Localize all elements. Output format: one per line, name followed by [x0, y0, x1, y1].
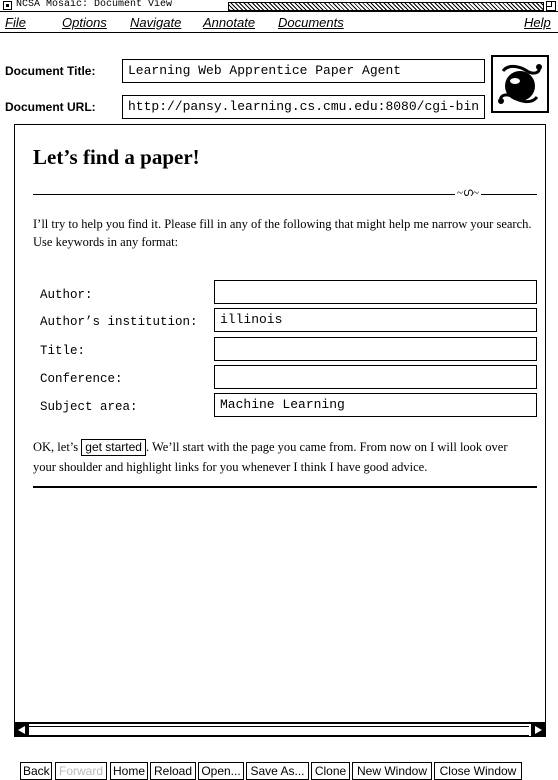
zoom-icon[interactable] [546, 1, 556, 11]
intro-text: I’ll try to help you find it. Please fil… [33, 217, 532, 249]
page-heading: Let’s find a paper! [33, 145, 200, 169]
subject-area-field[interactable]: Machine Learning [214, 393, 537, 417]
window-menu-icon[interactable] [3, 1, 12, 10]
subject-area-label: Subject area: [40, 400, 138, 414]
forward-button[interactable]: Forward [55, 762, 107, 780]
institution-label: Author’s institution: [40, 315, 198, 329]
document-title-label: Document Title: [5, 64, 96, 78]
close-window-button[interactable]: Close Window [434, 762, 522, 780]
mosaic-logo[interactable] [491, 55, 549, 113]
new-window-button[interactable]: New Window [352, 762, 432, 780]
institution-field[interactable]: illinois [214, 308, 537, 332]
author-label: Author: [40, 288, 93, 302]
conference-label: Conference: [40, 372, 123, 386]
document-title-field[interactable]: Learning Web Apprentice Paper Agent [122, 59, 485, 83]
clone-button[interactable]: Clone [311, 762, 350, 780]
flourish-ornament: ~ഗ~ [455, 187, 481, 200]
scroll-left-arrow-icon[interactable] [15, 724, 29, 736]
author-field[interactable] [214, 280, 537, 304]
menu-options[interactable]: Options [62, 15, 107, 30]
reload-button[interactable]: Reload [150, 762, 196, 780]
document-url-label: Document URL: [5, 100, 96, 114]
back-button[interactable]: Back [20, 762, 52, 780]
open-button[interactable]: Open... [198, 762, 244, 780]
save-as-button[interactable]: Save As... [246, 762, 309, 780]
menu-help[interactable]: Help [524, 15, 551, 30]
outro-line-1: OK, let’s get started. We’ll start with … [33, 438, 543, 456]
document-url-field[interactable]: http://pansy.learning.cs.cmu.edu:8080/cg… [122, 95, 485, 119]
title-field[interactable] [214, 337, 537, 361]
scroll-right-arrow-icon[interactable] [531, 724, 545, 736]
title-bar-drag-area[interactable] [228, 2, 544, 11]
title-label: Title: [40, 344, 86, 358]
home-button[interactable]: Home [110, 762, 148, 780]
divider [33, 486, 537, 488]
globe-icon [498, 64, 542, 104]
outro-text-end: . We’ll start with the page you came fro… [145, 440, 508, 454]
get-started-button[interactable]: get started [81, 439, 146, 456]
menu-navigate[interactable]: Navigate [130, 15, 181, 30]
menu-documents[interactable]: Documents [278, 15, 344, 30]
title-bar: NCSA Mosaic: Document View [0, 0, 558, 12]
menu-annotate[interactable]: Annotate [203, 15, 255, 30]
outro-text-start: OK, let’s [33, 440, 79, 454]
document-view: Let’s find a paper! ~ഗ~ I’ll try to help… [14, 124, 546, 723]
menu-bar: File Options Navigate Annotate Documents… [0, 13, 558, 33]
window-title: NCSA Mosaic: Document View [16, 0, 177, 11]
horizontal-scrollbar[interactable] [14, 723, 546, 737]
scrollbar-thumb[interactable] [29, 726, 529, 736]
menu-file[interactable]: File [5, 15, 26, 30]
conference-field[interactable] [214, 365, 537, 389]
outro-line-2: your shoulder and highlight links for yo… [33, 460, 428, 474]
